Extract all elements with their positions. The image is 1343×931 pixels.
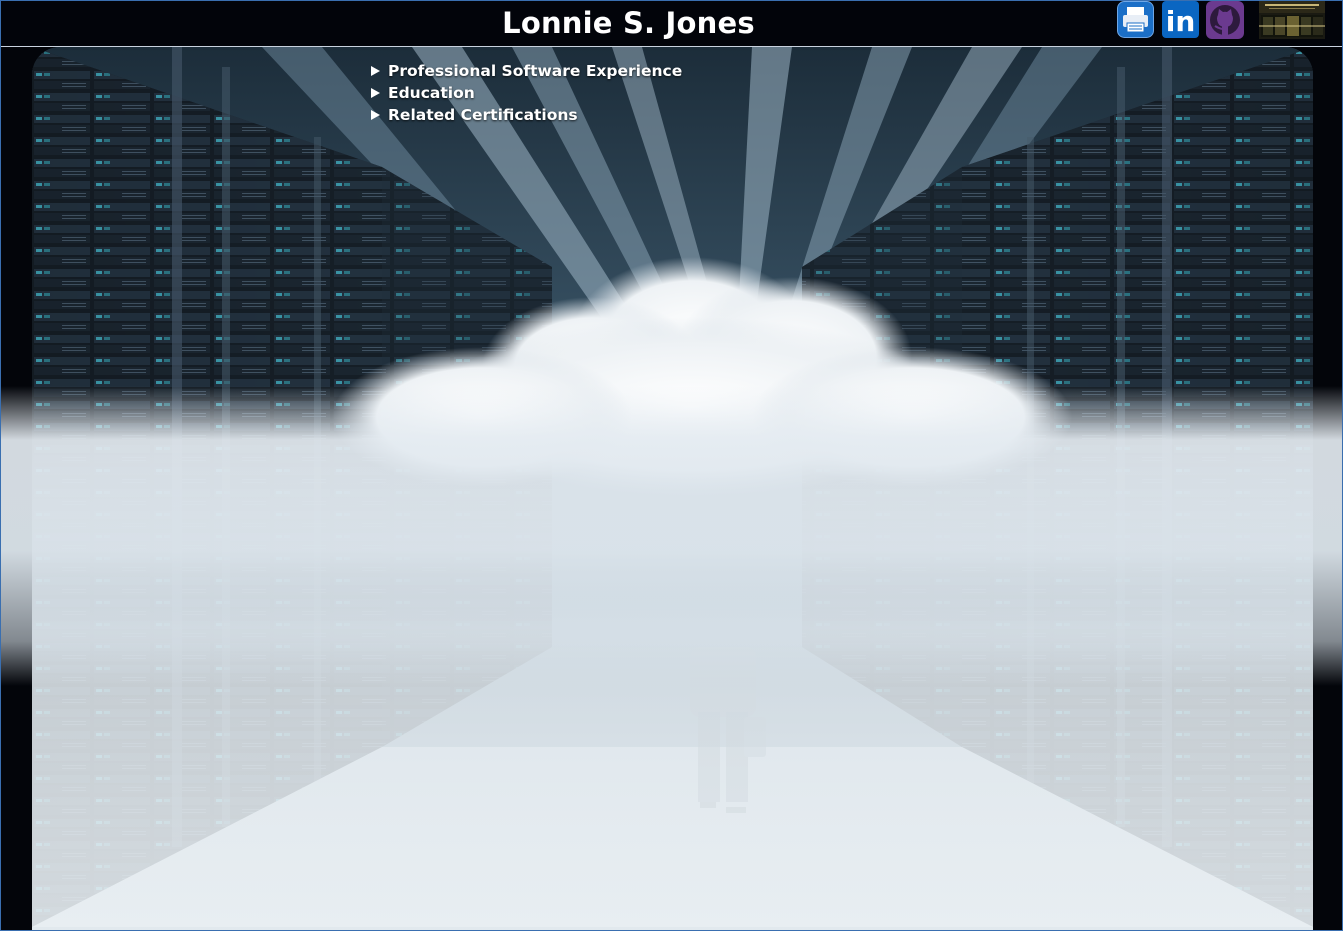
menu-item-education[interactable]: Education [371,82,682,104]
hero-background-image [32,47,1313,930]
github-icon[interactable] [1206,1,1244,39]
menu-item-label: Education [388,84,475,102]
expand-triangle-icon [371,110,380,120]
site-header: Lonnie S. Jones in [1,1,1342,47]
page-frame: Lonnie S. Jones in Professional Software… [0,0,1343,931]
menu-item-label: Related Certifications [388,106,578,124]
linkedin-icon[interactable]: in [1162,1,1199,38]
print-icon[interactable] [1117,1,1154,38]
linkedin-icon-text: in [1166,5,1196,38]
menu-item-professional-software-experience[interactable]: Professional Software Experience [371,60,682,82]
profile-thumbnail[interactable] [1259,1,1325,39]
menu-item-label: Professional Software Experience [388,62,683,80]
server-hallway-illustration [32,47,1313,930]
site-title: Lonnie S. Jones [502,6,755,40]
expand-triangle-icon [371,66,380,76]
menu-item-related-certifications[interactable]: Related Certifications [371,104,682,126]
expand-triangle-icon [371,88,380,98]
section-menu: Professional Software Experience Educati… [371,60,682,126]
